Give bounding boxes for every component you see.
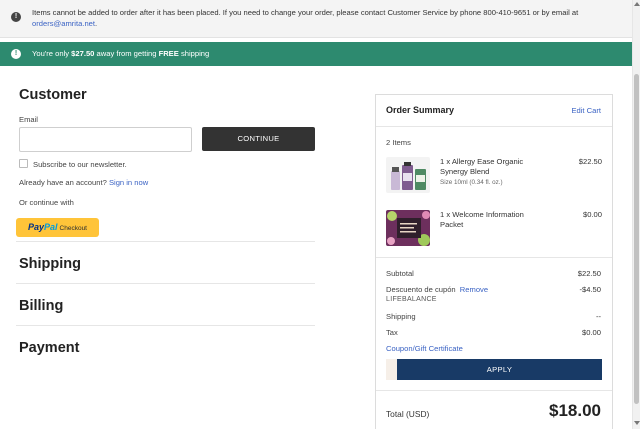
section-divider xyxy=(16,241,315,242)
shipping-free: FREE xyxy=(158,49,179,58)
paypal-checkout-button[interactable]: PayPal Checkout xyxy=(16,218,99,237)
subtotal-value: $22.50 xyxy=(577,269,601,278)
shipping-label: Shipping xyxy=(386,312,416,321)
free-shipping-banner: ! You're only $27.50 away from getting F… xyxy=(0,42,632,66)
section-divider xyxy=(16,283,315,284)
summary-divider xyxy=(376,390,612,391)
order-notice-text: Items cannot be added to order after it … xyxy=(32,7,592,29)
payment-heading[interactable]: Payment xyxy=(19,340,79,356)
scrollbar-thumb[interactable] xyxy=(634,74,639,404)
summary-divider xyxy=(376,257,612,258)
items-count: 2 Items xyxy=(386,138,411,147)
section-divider xyxy=(16,325,315,326)
shipping-prefix: You're only xyxy=(32,49,72,58)
allergy-ease-product-image xyxy=(386,157,430,193)
paypal-checkout-label: Checkout xyxy=(59,225,87,232)
edit-cart-link[interactable]: Edit Cart xyxy=(571,106,601,115)
sign-in-link[interactable]: Sign in now xyxy=(109,178,148,187)
continue-button[interactable]: CONTINUE xyxy=(202,127,315,151)
shipping-amount: $27.50 xyxy=(71,49,95,58)
scroll-down-arrow-icon[interactable] xyxy=(634,421,640,425)
newsletter-checkbox[interactable] xyxy=(19,159,28,168)
shipping-heading[interactable]: Shipping xyxy=(19,256,81,272)
shipping-value: -- xyxy=(595,312,601,321)
cart-item: 1 x Welcome Information Packet $0.00 xyxy=(386,210,602,248)
shipping-suffix: shipping xyxy=(178,49,210,58)
page-scrollbar[interactable] xyxy=(632,0,640,429)
notice-message: Items cannot be added to order after it … xyxy=(32,8,579,17)
item-size: Size 10ml (0.34 fl. oz.) xyxy=(440,179,503,186)
exclamation-icon: ! xyxy=(11,12,21,22)
order-summary-title: Order Summary xyxy=(386,105,455,115)
email-label: Email xyxy=(19,115,38,124)
discount-value: -$4.50 xyxy=(579,285,601,294)
apply-coupon-button[interactable]: APPLY xyxy=(397,359,602,380)
order-notice-banner: ! Items cannot be added to order after i… xyxy=(0,0,632,38)
item-price: $0.00 xyxy=(582,210,602,219)
welcome-packet-image xyxy=(386,210,430,246)
free-shipping-text: You're only $27.50 away from getting FRE… xyxy=(32,49,209,59)
paypal-logo-pal: Pal xyxy=(44,222,58,232)
billing-heading[interactable]: Billing xyxy=(19,298,63,314)
scroll-up-arrow-icon[interactable] xyxy=(634,2,640,6)
or-continue-text: Or continue with xyxy=(19,198,74,207)
remove-coupon-link[interactable]: Remove xyxy=(460,285,488,294)
item-price: $22.50 xyxy=(578,157,602,166)
tax-label: Tax xyxy=(386,328,398,337)
total-value: $18.00 xyxy=(549,401,601,420)
customer-heading: Customer xyxy=(19,87,87,103)
subtotal-label: Subtotal xyxy=(386,269,414,278)
total-label: Total (USD) xyxy=(386,409,430,419)
cart-item: 1 x Allergy Ease Organic Synergy Blend S… xyxy=(386,157,602,199)
email-field[interactable] xyxy=(19,127,192,152)
discount-code: LIFEBALANCE xyxy=(386,296,437,303)
newsletter-label: Subscribe to our newsletter. xyxy=(33,160,127,169)
order-summary-panel: Order Summary Edit Cart 2 Items 1 x Alle… xyxy=(375,94,613,429)
exclamation-icon: ! xyxy=(11,49,21,59)
shipping-middle: away from getting xyxy=(94,49,159,58)
item-name: 1 x Welcome Information Packet xyxy=(440,210,524,229)
orders-email-link[interactable]: orders@amrita.net xyxy=(32,19,95,28)
account-question: Already have an account? xyxy=(19,178,107,187)
paypal-logo-pay: Pay xyxy=(28,222,45,232)
tax-value: $0.00 xyxy=(581,328,601,337)
discount-label: Descuento de cupón Remove xyxy=(386,285,488,294)
sign-in-prompt: Already have an account? Sign in now xyxy=(19,178,148,187)
summary-divider xyxy=(376,126,612,127)
item-name: 1 x Allergy Ease Organic Synergy Blend xyxy=(440,157,524,176)
notice-period: . xyxy=(95,19,98,28)
coupon-gift-certificate-link[interactable]: Coupon/Gift Certificate xyxy=(386,344,463,353)
discount-label-text: Descuento de cupón xyxy=(386,285,456,294)
